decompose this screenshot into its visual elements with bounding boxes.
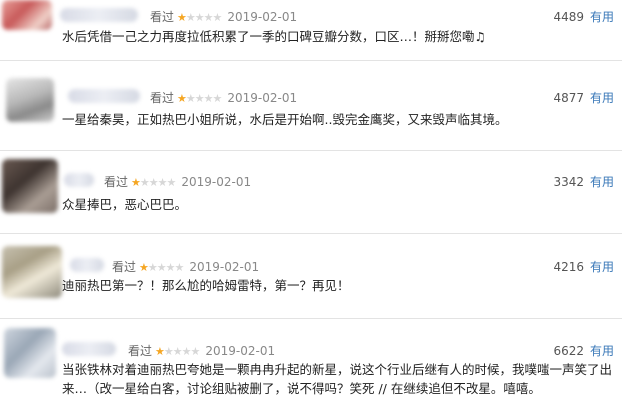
avatar[interactable] <box>2 159 58 213</box>
avatar[interactable] <box>2 246 62 298</box>
divider <box>0 318 622 319</box>
review-text: 众星捧巴，恶心巴巴。 <box>62 197 188 212</box>
useful-button[interactable]: 有用 <box>590 175 614 189</box>
review-date: 2019-02-01 <box>227 91 298 105</box>
useful-button[interactable]: 有用 <box>590 344 614 358</box>
watch-status: 看过 <box>150 10 175 24</box>
vote-count: 6622 有用 <box>553 342 614 359</box>
review-text: 一星给秦昊，正如热巴小姐所说，水后是开始啊..毁完金鹰奖，又来毁声临其境。 <box>62 112 508 127</box>
watch-status: 看过 <box>150 91 175 105</box>
watch-status: 看过 <box>128 344 153 358</box>
review-item: 看过 ★★★★★ 2019-02-01 4489 有用 水后凭借一己之力再度拉低积累了… <box>0 0 622 56</box>
divider <box>0 60 622 61</box>
rating-stars: ★★★★★ <box>139 261 184 274</box>
review-text: 当张铁林对着迪丽热巴夸她是一颗冉冉升起的新星，说这个行业后继有人的时候，我噗嗤一… <box>62 360 618 398</box>
review-item: 看过 ★★★★★ 2019-02-01 4877 有用 一星给秦昊，正如热巴小姐所说，… <box>0 74 622 144</box>
vote-count: 3342 有用 <box>553 173 614 190</box>
username[interactable] <box>64 173 94 187</box>
watch-status: 看过 <box>104 175 129 189</box>
review-meta: 看过 ★★★★★ 2019-02-01 <box>150 8 297 25</box>
review-text-line: 来…（改一星给白客，讨论组贴被删了，说不得吗？笑死 // 在继续追但不改星。嘻嘻… <box>62 381 541 396</box>
rating-stars: ★★★★★ <box>177 11 222 24</box>
username[interactable] <box>68 89 140 103</box>
vote-number: 6622 <box>553 344 584 358</box>
rating-stars: ★★★★★ <box>155 345 200 358</box>
review-meta: 看过 ★★★★★ 2019-02-01 <box>150 89 297 106</box>
review-meta: 看过 ★★★★★ 2019-02-01 <box>128 342 275 359</box>
vote-number: 4489 <box>553 10 584 24</box>
review-date: 2019-02-01 <box>227 10 298 24</box>
useful-button[interactable]: 有用 <box>590 91 614 105</box>
vote-count: 4489 有用 <box>553 8 614 25</box>
username[interactable] <box>62 342 116 356</box>
vote-number: 4216 <box>553 260 584 274</box>
vote-count: 4216 有用 <box>553 258 614 275</box>
rating-stars: ★★★★★ <box>177 92 222 105</box>
avatar[interactable] <box>2 0 52 30</box>
vote-number: 4877 <box>553 91 584 105</box>
divider <box>0 233 622 234</box>
review-meta: 看过 ★★★★★ 2019-02-01 <box>104 173 251 190</box>
useful-button[interactable]: 有用 <box>590 10 614 24</box>
review-date: 2019-02-01 <box>189 260 260 274</box>
review-text-line: 当张铁林对着迪丽热巴夸她是一颗冉冉升起的新星，说这个行业后继有人的时候，我噗嗤一… <box>62 362 613 377</box>
vote-count: 4877 有用 <box>553 89 614 106</box>
watch-status: 看过 <box>112 260 137 274</box>
review-item: 看过 ★★★★★ 2019-02-01 4216 有用 迪丽热巴第一？！那么尬的哈姆雷… <box>0 238 622 314</box>
avatar[interactable] <box>6 78 54 122</box>
review-meta: 看过 ★★★★★ 2019-02-01 <box>112 258 259 275</box>
useful-button[interactable]: 有用 <box>590 260 614 274</box>
review-item: 看过 ★★★★★ 2019-02-01 6622 有用 当张铁林对着迪丽热巴夸她是一颗… <box>0 322 622 401</box>
username[interactable] <box>70 258 104 272</box>
review-text: 迪丽热巴第一？！那么尬的哈姆雷特，第一？再见！ <box>62 278 350 293</box>
username[interactable] <box>60 8 138 22</box>
review-date: 2019-02-01 <box>181 175 252 189</box>
review-item: 看过 ★★★★★ 2019-02-01 3342 有用 众星捧巴，恶心巴巴。 <box>0 155 622 233</box>
review-text: 水后凭借一己之力再度拉低积累了一季的口碑豆瓣分数，口区…！掰掰您嘞♫ <box>62 29 486 44</box>
divider <box>0 150 622 151</box>
rating-stars: ★★★★★ <box>131 176 176 189</box>
review-date: 2019-02-01 <box>205 344 276 358</box>
vote-number: 3342 <box>553 175 584 189</box>
avatar[interactable] <box>4 328 56 378</box>
